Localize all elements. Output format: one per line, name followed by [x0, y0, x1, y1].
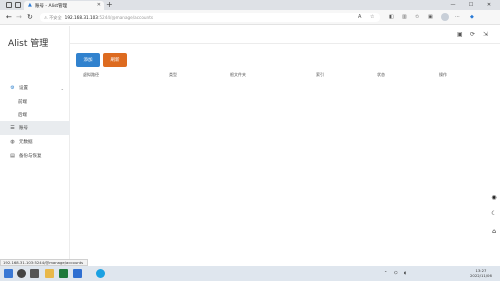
help-icon: ◉ [491, 193, 497, 201]
reload-icon[interactable]: ↻ [27, 13, 33, 21]
collections-icon[interactable]: ▣ [428, 14, 433, 20]
refresh-button[interactable]: 刷新 [103, 53, 127, 67]
app-brand: Alist 管理 [8, 39, 49, 49]
tab-title: 账号 - Alist管理 [35, 3, 68, 9]
main-content: 添加 刷新 虚拟路径 类型 根文件夹 索引 状态 操作 [70, 44, 500, 266]
read-aloud-icon[interactable]: A [358, 14, 361, 20]
alist-favicon-icon: ▲ [28, 2, 32, 8]
status-url: 192.168.31.103:5244/@manage/accounts [0, 259, 88, 266]
help-button[interactable]: ◉ [488, 191, 500, 203]
favorite-star-icon[interactable]: ☆ [370, 14, 374, 20]
maximize-icon[interactable]: ☐ [464, 0, 478, 10]
url-path: :5244/@manage/accounts [97, 15, 154, 20]
profile-avatar[interactable] [441, 13, 449, 21]
refresh-icon[interactable]: ⟳ [470, 31, 475, 38]
split-screen-icon[interactable]: ▥ [402, 14, 407, 20]
sidebar-item-label: 设置 [19, 86, 28, 91]
edge-browser-icon[interactable] [96, 269, 105, 278]
volume-icon[interactable]: ◖ [404, 270, 406, 275]
excel-icon[interactable] [59, 269, 68, 278]
browser-toolbar: ← → ↻ ⚠ 不安全 192.168.31.103 :5244/@manage… [0, 10, 500, 25]
not-secure-indicator[interactable]: ⚠ 不安全 [44, 15, 62, 21]
workspaces-icon[interactable] [6, 2, 12, 8]
task-view-icon[interactable] [30, 269, 39, 278]
sidebar-item-label: 备份与恢复 [19, 154, 42, 159]
start-icon[interactable] [4, 269, 13, 278]
new-tab-icon[interactable]: + [106, 0, 113, 10]
word-icon[interactable] [73, 269, 82, 278]
sidebar-item-label: 前端 [18, 99, 27, 105]
column-header: 索引 [316, 72, 324, 77]
sidebar-item-metadata[interactable]: ◍ 元数据 [0, 135, 70, 149]
list-icon: ☰ [10, 125, 15, 131]
logout-icon[interactable]: ⇲ [483, 31, 488, 38]
address-bar[interactable]: ⚠ 不安全 192.168.31.103 :5244/@manage/accou… [40, 13, 380, 22]
taskbar-clock[interactable]: 13:27 2022/11/06 [470, 268, 492, 278]
column-header: 类型 [169, 72, 177, 77]
column-header: 操作 [439, 72, 447, 77]
clock-date: 2022/11/06 [470, 273, 492, 278]
sidebar-item-backup[interactable]: ▤ 备份与恢复 [0, 149, 70, 163]
minimize-icon[interactable]: — [446, 0, 460, 10]
app-topbar: ▣ ⟳ ⇲ [70, 26, 500, 44]
globe-icon: ◍ [10, 139, 15, 145]
sidebar-nav: ⚙ 设置 ⌄ 前端 后端 ☰ 账号 ◍ 元数据 ▤ 备份与恢复 [0, 81, 70, 163]
sidebar-item-frontend[interactable]: 前端 [0, 95, 70, 108]
database-icon: ▤ [10, 153, 15, 159]
add-button[interactable]: 添加 [76, 53, 100, 67]
os-taskbar: ⌃ ⌬ ◖ 13:27 2022/11/06 [0, 266, 500, 281]
save-icon[interactable]: ▣ [457, 31, 463, 38]
network-icon[interactable]: ⌬ [394, 270, 398, 275]
accounts-table-header: 虚拟路径 类型 根文件夹 索引 状态 操作 [70, 72, 500, 80]
more-menu-icon[interactable]: ⋯ [455, 14, 460, 20]
edge-sidebar-icon[interactable]: ◆ [470, 14, 474, 20]
chevron-down-icon: ⌄ [60, 85, 64, 91]
home-button[interactable]: ⌂ [488, 225, 500, 237]
browser-tab[interactable]: ▲ 账号 - Alist管理 ✕ [24, 1, 104, 10]
theme-toggle-button[interactable]: ☾ [488, 207, 500, 219]
close-tab-icon[interactable]: ✕ [97, 2, 101, 8]
forward-icon[interactable]: → [16, 13, 22, 21]
search-icon[interactable] [17, 269, 26, 278]
tray-chevron-icon[interactable]: ⌃ [384, 270, 387, 275]
column-header: 状态 [377, 72, 385, 77]
sidebar-item-label: 元数据 [19, 140, 33, 145]
sidebar-item-accounts[interactable]: ☰ 账号 [0, 121, 70, 135]
gear-icon: ⚙ [10, 85, 15, 91]
back-icon[interactable]: ← [6, 13, 12, 21]
url-host: 192.168.31.103 [64, 15, 98, 20]
home-icon: ⌂ [492, 227, 496, 235]
sidebar-item-label: 后端 [18, 112, 27, 118]
sidebar-item-label: 账号 [19, 126, 28, 131]
sidebar-item-settings[interactable]: ⚙ 设置 ⌄ [0, 81, 70, 95]
browser-tab-bar: ▲ 账号 - Alist管理 ✕ + — ☐ ✕ [0, 0, 500, 10]
sidebar-item-backend[interactable]: 后端 [0, 108, 70, 121]
close-window-icon[interactable]: ✕ [482, 0, 496, 10]
tab-actions-icon[interactable] [15, 2, 21, 8]
sidebar: Alist 管理 ⚙ 设置 ⌄ 前端 后端 ☰ 账号 ◍ 元数据 ▤ 备份与恢复 [0, 26, 70, 266]
column-header: 根文件夹 [230, 72, 246, 77]
file-explorer-icon[interactable] [45, 269, 54, 278]
column-header: 虚拟路径 [83, 72, 99, 77]
favorites-icon[interactable]: ✩ [415, 14, 419, 20]
extensions-icon[interactable]: ◧ [389, 14, 394, 20]
moon-icon: ☾ [491, 209, 497, 217]
